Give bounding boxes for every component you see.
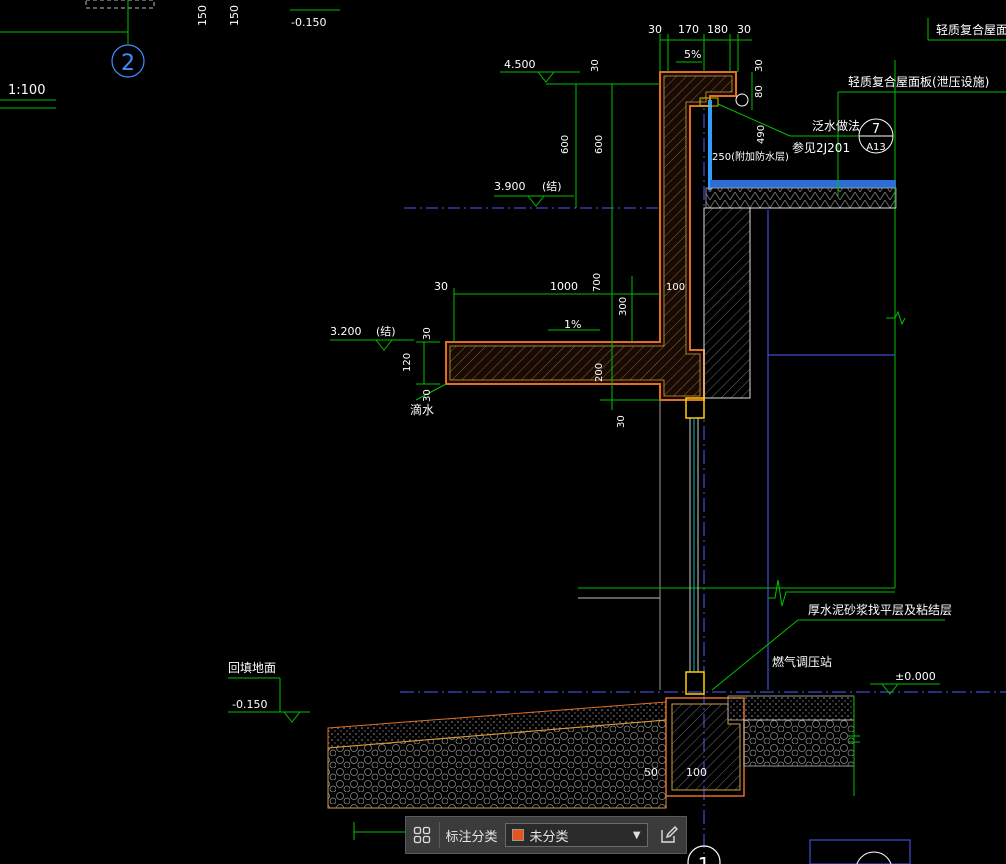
- svg-text:30: 30: [590, 59, 601, 72]
- svg-text:600: 600: [560, 135, 571, 154]
- svg-text:30: 30: [422, 389, 433, 402]
- dim-150-b: 150: [228, 5, 241, 26]
- ribbon-label: 250(附加防水层): [712, 150, 789, 163]
- elevation-ground: -0.150: [232, 698, 267, 711]
- svg-text:30: 30: [434, 280, 448, 293]
- top-left-fragment: 2 150 150 -0.150 1:100: [0, 0, 340, 109]
- svg-text:180: 180: [707, 23, 728, 36]
- elevation-4500: 4.500: [504, 58, 536, 71]
- grid-label-1: 1: [698, 853, 711, 864]
- svg-text:170: 170: [678, 23, 699, 36]
- cad-drawing-canvas[interactable]: 2 150 150 -0.150 1:100 轻质复合屋面板: [0, 0, 1006, 864]
- category-color-swatch: [512, 829, 525, 841]
- slope-canopy: 1%: [564, 318, 581, 331]
- svg-text:1000: 1000: [550, 280, 578, 293]
- elevation-top-left: -0.150: [291, 16, 326, 29]
- annotation-category-label: 标注分类: [445, 829, 498, 845]
- scale-label: 1:100: [8, 83, 45, 98]
- annotation-category-dropdown[interactable]: 未分类 ▼: [505, 823, 648, 847]
- svg-text:A13: A13: [866, 142, 886, 153]
- svg-text:80: 80: [754, 85, 765, 98]
- svg-text:7: 7: [872, 122, 880, 137]
- grid-label-2: 2: [121, 51, 135, 76]
- elevation-000: ±0.000: [895, 670, 936, 683]
- elevation-3200-suffix: (结): [376, 325, 396, 338]
- dim-150-a: 150: [196, 5, 209, 26]
- notes: 轻质复合屋面板(泄压设施) 泛水做法 参见2J201 滴水 厚水泥砂浆找平层及粘…: [228, 74, 1006, 712]
- svg-text:490: 490: [756, 125, 767, 144]
- elevation-markers: 4.500 3.900 (结) 3.200 (结) ±0.000 -0.150: [228, 58, 940, 723]
- svg-text:700: 700: [592, 273, 603, 292]
- chevron-down-icon: ▼: [632, 829, 641, 841]
- svg-text:300: 300: [618, 297, 629, 316]
- elevation-3900-suffix: (结): [542, 180, 562, 193]
- note-gas-station: 燃气调压站: [772, 654, 832, 669]
- svg-text:100: 100: [666, 282, 685, 293]
- svg-text:30: 30: [737, 23, 751, 36]
- window-frame: [685, 397, 705, 695]
- note-roof-panel: 轻质复合屋面板(泄压设施): [848, 74, 989, 89]
- note-mortar: 厚水泥砂浆找平层及粘结层: [808, 602, 952, 617]
- grid-icon[interactable]: [406, 817, 439, 853]
- category-selected-value: 未分类: [529, 829, 569, 845]
- svg-text:30: 30: [648, 23, 662, 36]
- edit-icon[interactable]: [652, 817, 686, 853]
- svg-text:30: 30: [422, 327, 433, 340]
- svg-text:600: 600: [594, 135, 605, 154]
- slope-top: 5%: [684, 48, 701, 61]
- elevation-3200: 3.200: [330, 325, 362, 338]
- svg-text:30: 30: [754, 59, 765, 72]
- svg-text:200: 200: [594, 363, 605, 382]
- note-ground: 回填地面: [228, 661, 276, 675]
- svg-text:120: 120: [402, 353, 413, 372]
- note-flashing: 泛水做法: [812, 118, 860, 133]
- svg-text:30: 30: [616, 415, 627, 428]
- note-flashing-ref: 参见2J201: [792, 140, 850, 155]
- dimension-text: 30 170 180 30 5% 30 80 30 600 600 490 25…: [402, 23, 789, 779]
- annotation-toolbar: 标注分类 未分类 ▼: [405, 816, 687, 854]
- roof-panel-note-top: 轻质复合屋面板: [936, 22, 1006, 37]
- note-drip: 滴水: [410, 402, 434, 417]
- elevation-3900: 3.900: [494, 180, 526, 193]
